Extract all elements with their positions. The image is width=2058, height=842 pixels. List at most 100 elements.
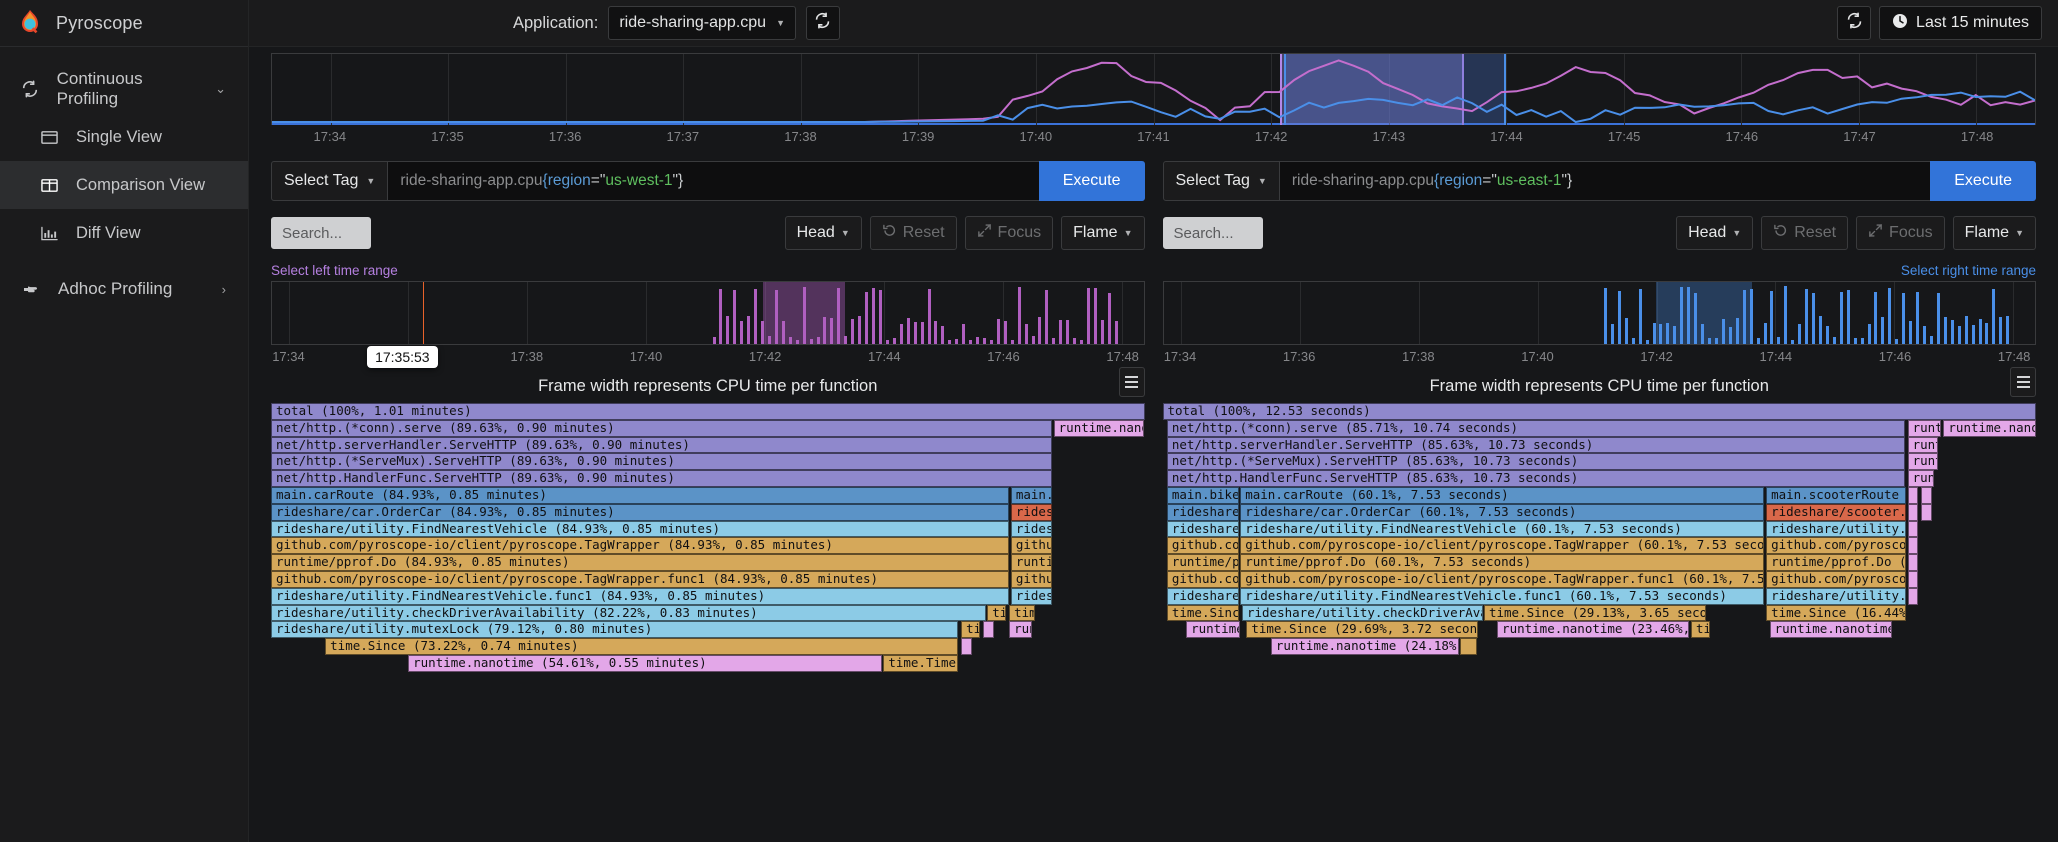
flame-frame[interactable] (1907, 503, 1919, 521)
flame-frame[interactable]: github.com/pyroscope (1766, 537, 1906, 555)
right-select-tag-button[interactable]: Select Tag ▼ (1162, 161, 1280, 201)
flame-frame[interactable] (1907, 571, 1919, 588)
flame-frame[interactable]: rides (1010, 587, 1052, 605)
right-query-input[interactable]: ride-sharing-app.cpu{region =" us-east-1 "} (1279, 161, 1931, 201)
flame-frame[interactable]: github.com (1166, 537, 1240, 555)
flame-frame[interactable]: time.Since (16.44%, (1766, 604, 1906, 622)
flame-frame[interactable] (961, 638, 973, 655)
left-reset-button[interactable]: Reset (869, 216, 957, 250)
flame-frame[interactable]: runtime.nanotime (23.46%, 2.9 (1497, 621, 1690, 639)
flame-frame[interactable]: net/http.HandlerFunc.ServeHTTP (89.63%, … (271, 470, 1052, 487)
flame-frame[interactable]: time.Since (1166, 604, 1240, 622)
flame-frame[interactable] (1907, 537, 1919, 555)
flame-frame[interactable]: main.scooterRoute (1 (1766, 487, 1906, 504)
flame-frame[interactable]: time.Since (73.22%, 0.74 minutes) (325, 638, 959, 655)
right-focus-button[interactable]: Focus (1856, 216, 1945, 250)
flame-frame[interactable]: rideshare/scooter.Or (1766, 503, 1906, 521)
flame-frame[interactable]: total (100%, 12.53 seconds) (1162, 403, 2036, 420)
flame-frame[interactable] (1907, 487, 1919, 504)
flame-frame[interactable]: rideshare/car.OrderCar (60.1%, 7.53 seco… (1240, 503, 1765, 521)
flame-frame[interactable]: runt (1907, 453, 1939, 471)
sidebar-item-single-view[interactable]: Single View (0, 113, 248, 161)
sidebar-item-continuous-profiling[interactable]: Continuous Profiling ⌄ (0, 65, 248, 113)
flame-frame[interactable]: runtime.nanotime (24.18%, 3.0 (1270, 638, 1459, 655)
flame-frame[interactable] (1907, 587, 1919, 605)
left-head-button[interactable]: Head ▼ (784, 216, 862, 250)
refresh-button[interactable] (805, 6, 840, 40)
sync-refresh-button[interactable] (1837, 6, 1872, 40)
right-flamegraph-menu-button[interactable] (2010, 367, 2036, 397)
flame-frame[interactable]: net/http.serverHandler.ServeHTTP (85.63%… (1166, 436, 1905, 454)
flame-frame[interactable]: net/http.(*conn).serve (85.71%, 10.74 se… (1166, 419, 1905, 437)
flame-frame[interactable] (1907, 554, 1919, 571)
brand[interactable]: Pyroscope (0, 0, 248, 47)
right-head-button[interactable]: Head ▼ (1676, 216, 1754, 250)
flame-frame[interactable]: rideshare/ (1166, 587, 1240, 605)
right-reset-button[interactable]: Reset (1761, 216, 1849, 250)
flame-frame[interactable] (1460, 638, 1477, 655)
flame-frame[interactable] (1907, 520, 1919, 538)
flame-frame[interactable]: rideshare/utility.Fi (1766, 520, 1906, 538)
flame-frame[interactable]: main.bikeR (1166, 487, 1240, 504)
sidebar-item-comparison-view[interactable]: Comparison View (0, 161, 248, 209)
flame-frame[interactable]: net/http.HandlerFunc.ServeHTTP (85.63%, … (1166, 470, 1905, 487)
flame-frame[interactable]: runtime/pprof.Do (60.1%, 7.53 seconds) (1240, 554, 1765, 571)
flame-frame[interactable]: rides (1010, 520, 1052, 538)
flame-frame[interactable]: net/http.serverHandler.ServeHTTP (89.63%… (271, 436, 1052, 454)
flame-frame[interactable]: githu (1010, 537, 1052, 555)
flame-frame[interactable]: runtime.nanotime (1943, 419, 2036, 437)
left-execute-button[interactable]: Execute (1038, 161, 1145, 201)
right-search-input[interactable]: Search... (1162, 217, 1263, 249)
flame-frame[interactable]: total (100%, 1.01 minutes) (271, 403, 1145, 420)
flame-frame[interactable]: rideshare/utility.FindNearestVehicle.fun… (271, 587, 1010, 605)
flame-frame[interactable]: rideshare/utility.FindNearestVehicle (60… (1240, 520, 1765, 538)
right-execute-button[interactable]: Execute (1930, 161, 2036, 201)
flame-frame[interactable]: github.com/pyroscope-io/client/pyroscope… (1240, 571, 1765, 588)
flame-frame[interactable]: run (1009, 621, 1032, 639)
flame-frame[interactable]: time.Since (29.69%, 3.72 seconds) (1246, 621, 1478, 639)
flame-frame[interactable]: runt (1907, 436, 1939, 454)
right-flamegraph[interactable]: total (100%, 12.53 seconds) net/http.(*co… (1162, 403, 2036, 842)
left-flamegraph-menu-button[interactable] (1118, 367, 1145, 397)
flame-frame[interactable]: net/http.(*conn).serve (89.63%, 0.90 min… (271, 419, 1052, 437)
flame-frame[interactable]: runtime/pprof.Do (84.93%, 0.85 minutes) (271, 554, 1010, 571)
flame-frame[interactable]: main. (1010, 487, 1052, 504)
flame-frame[interactable]: main.carRoute (84.93%, 0.85 minutes) (271, 487, 1010, 504)
left-flamegraph[interactable]: total (100%, 1.01 minutes) net/http.(*con… (271, 403, 1145, 842)
flame-frame[interactable]: runtime/pprof.Do (16 (1766, 554, 1906, 571)
left-query-input[interactable]: ride-sharing-app.cpu{region =" us-west-1 "} (388, 161, 1039, 201)
flame-frame[interactable]: rideshare/car.OrderCar (84.93%, 0.85 min… (271, 503, 1010, 521)
sidebar-item-adhoc-profiling[interactable]: Adhoc Profiling › (0, 265, 248, 313)
flame-frame[interactable]: rideshare/ (1166, 503, 1240, 521)
left-focus-button[interactable]: Focus (964, 216, 1054, 250)
flame-frame[interactable]: github.com/pyroscope-io/client/pyroscope… (271, 537, 1010, 555)
flame-frame[interactable]: github.com (1166, 571, 1240, 588)
sidebar-item-diff-view[interactable]: Diff View (0, 209, 248, 257)
flame-frame[interactable]: rideshare/utility.FindNearestVehicle (84… (271, 520, 1010, 538)
flame-frame[interactable] (1920, 487, 1933, 504)
left-select-tag-button[interactable]: Select Tag ▼ (271, 161, 389, 201)
flame-frame[interactable]: rideshare/ (1166, 520, 1240, 538)
flame-frame[interactable]: tim (961, 621, 981, 639)
flame-frame[interactable]: github.com/pyroscope-io/client/pyroscope… (271, 571, 1010, 588)
flame-frame[interactable]: rideshare/utility.mutexLock (79.12%, 0.8… (271, 621, 959, 639)
flame-frame[interactable]: rideshare/utility.FindNearestVehicle.fun… (1240, 587, 1765, 605)
flame-frame[interactable]: rideshare/utility.Fi (1766, 587, 1906, 605)
flame-frame[interactable]: rideshare/utility.checkDriverAvailabi (1241, 604, 1484, 622)
left-flame-button[interactable]: Flame ▼ (1061, 216, 1145, 250)
flame-frame[interactable] (1920, 503, 1933, 521)
right-flame-button[interactable]: Flame ▼ (1952, 216, 2036, 250)
flame-frame[interactable]: runtime.nanotime (1053, 419, 1145, 437)
flame-frame[interactable]: tim (1690, 621, 1711, 639)
flame-frame[interactable]: rideshare/utility.checkDriverAvailabilit… (271, 604, 986, 622)
flame-frame[interactable]: runtime.nanotime (1769, 621, 1892, 639)
application-select[interactable]: ride-sharing-app.cpu ▼ (608, 6, 796, 40)
flame-frame[interactable] (982, 621, 995, 639)
flame-frame[interactable]: net/http.(*ServeMux).ServeHTTP (89.63%, … (271, 453, 1052, 471)
flame-frame[interactable]: runtime.nanotime (54.61%, 0.55 minutes) (408, 655, 883, 672)
flame-frame[interactable]: time.Time (883, 655, 959, 672)
flame-frame[interactable]: main.carRoute (60.1%, 7.53 seconds) (1240, 487, 1765, 504)
flame-frame[interactable]: github.com/pyroscope (1766, 571, 1906, 588)
flame-frame[interactable]: time. (1009, 604, 1036, 622)
left-search-input[interactable]: Search... (271, 217, 371, 249)
